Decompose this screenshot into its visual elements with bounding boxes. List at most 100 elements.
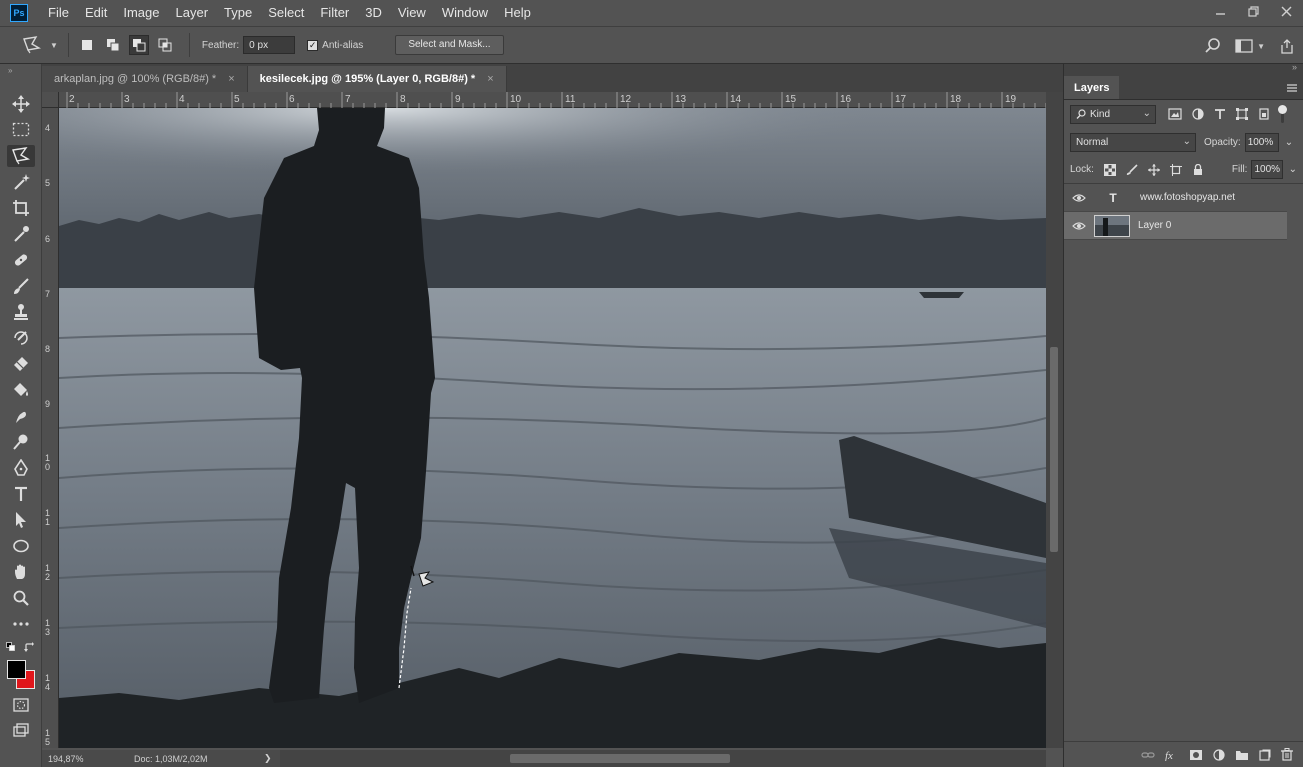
menu-select[interactable]: Select: [260, 0, 312, 26]
filter-toggle[interactable]: [1278, 105, 1288, 123]
restore-button[interactable]: [1237, 0, 1270, 22]
close-icon[interactable]: ×: [228, 73, 234, 85]
link-layers-icon[interactable]: [1141, 750, 1155, 760]
eyedropper-tool[interactable]: [7, 223, 35, 245]
vertical-scroll-thumb[interactable]: [1050, 347, 1058, 552]
lock-pixels-icon[interactable]: [1126, 163, 1138, 176]
menu-layer[interactable]: Layer: [168, 0, 217, 26]
adjustment-filter-icon[interactable]: [1192, 108, 1204, 120]
type-tool[interactable]: [7, 483, 35, 505]
zoom-tool[interactable]: [7, 587, 35, 609]
panel-menu-icon[interactable]: [1285, 82, 1299, 94]
tab-layers[interactable]: Layers: [1064, 76, 1120, 99]
menu-help[interactable]: Help: [496, 0, 539, 26]
opacity-input[interactable]: 100%: [1244, 132, 1279, 152]
paint-bucket-tool[interactable]: [7, 379, 35, 401]
quick-mask-button[interactable]: [7, 694, 35, 716]
smudge-tool[interactable]: [7, 405, 35, 427]
fill-input[interactable]: 100%: [1251, 160, 1283, 179]
horizontal-ruler[interactable]: 2 3 4 5 6 7 8 9 10 11 12 13 14 15 16 17 …: [59, 92, 1046, 108]
lock-position-icon[interactable]: [1147, 163, 1160, 176]
visibility-toggle[interactable]: [1064, 221, 1094, 231]
layer-name[interactable]: www.fotoshopyap.net: [1140, 192, 1235, 203]
vertical-ruler[interactable]: 4 5 6 7 8 9 1 0 1 1 1 2 1 3 1 4 1 5: [42, 108, 59, 748]
menu-edit[interactable]: Edit: [77, 0, 115, 26]
history-brush-tool[interactable]: [7, 327, 35, 349]
visibility-toggle[interactable]: [1064, 193, 1094, 203]
healing-brush-tool[interactable]: [7, 249, 35, 271]
new-selection-button[interactable]: [77, 35, 97, 55]
menu-window[interactable]: Window: [434, 0, 496, 26]
foreground-color-swatch[interactable]: [7, 660, 26, 679]
ruler-origin[interactable]: [42, 92, 59, 108]
brush-tool[interactable]: [7, 275, 35, 297]
anti-alias-checkbox[interactable]: ✓: [307, 39, 319, 51]
menu-image[interactable]: Image: [115, 0, 167, 26]
feather-input[interactable]: [243, 36, 296, 54]
search-icon[interactable]: [1205, 38, 1221, 54]
tool-preset-picker[interactable]: [22, 36, 44, 54]
chevron-down-icon[interactable]: ⌄: [1285, 137, 1293, 148]
subtract-from-selection-button[interactable]: [128, 35, 149, 55]
lock-all-icon[interactable]: [1192, 163, 1204, 176]
default-colors-icon[interactable]: [6, 642, 16, 652]
filter-kind-select[interactable]: Kind ⌄: [1070, 104, 1156, 124]
menu-type[interactable]: Type: [216, 0, 260, 26]
crop-tool[interactable]: [7, 197, 35, 219]
marquee-tool[interactable]: [7, 119, 35, 141]
screen-mode-button[interactable]: [7, 720, 35, 742]
share-icon[interactable]: [1279, 38, 1295, 54]
menu-file[interactable]: File: [40, 0, 77, 26]
hand-tool[interactable]: [7, 561, 35, 583]
lock-transparent-icon[interactable]: [1103, 163, 1116, 176]
pen-tool[interactable]: [7, 457, 35, 479]
fx-icon[interactable]: fx: [1165, 749, 1179, 761]
document-canvas[interactable]: [59, 108, 1046, 748]
intersect-selection-button[interactable]: [155, 35, 175, 55]
workspace-switcher[interactable]: ▼: [1235, 39, 1265, 53]
vertical-scrollbar[interactable]: [1046, 92, 1063, 748]
magic-wand-tool[interactable]: [7, 171, 35, 193]
blend-mode-select[interactable]: Normal ⌄: [1070, 132, 1196, 152]
trash-icon[interactable]: [1281, 748, 1293, 761]
shape-tool[interactable]: [7, 535, 35, 557]
type-filter-icon[interactable]: [1214, 108, 1226, 120]
menu-view[interactable]: View: [390, 0, 434, 26]
pixel-filter-icon[interactable]: [1168, 108, 1182, 120]
collapse-toolbox-icon[interactable]: »: [8, 66, 12, 75]
dodge-tool[interactable]: [7, 431, 35, 453]
more-tools[interactable]: [7, 613, 35, 635]
status-menu-arrow[interactable]: ❯: [264, 753, 272, 764]
layer-row-layer0[interactable]: Layer 0: [1064, 212, 1287, 240]
eraser-tool[interactable]: [7, 353, 35, 375]
clone-stamp-tool[interactable]: [7, 301, 35, 323]
menu-3d[interactable]: 3D: [357, 0, 390, 26]
layer-name[interactable]: Layer 0: [1138, 220, 1171, 231]
swap-colors-icon[interactable]: [24, 642, 34, 652]
shape-filter-icon[interactable]: [1236, 108, 1248, 120]
collapse-panel-icon[interactable]: »: [1292, 62, 1297, 72]
lock-artboard-icon[interactable]: [1169, 163, 1182, 176]
zoom-level[interactable]: 194,87%: [48, 754, 134, 764]
folder-icon[interactable]: [1235, 749, 1249, 761]
add-mask-icon[interactable]: [1189, 749, 1203, 761]
chevron-down-icon[interactable]: ⌄: [1289, 164, 1297, 175]
minimize-button[interactable]: [1204, 0, 1237, 22]
menu-filter[interactable]: Filter: [312, 0, 357, 26]
new-layer-icon[interactable]: [1259, 749, 1271, 761]
select-and-mask-button[interactable]: Select and Mask...: [395, 35, 504, 55]
lasso-tool[interactable]: [7, 145, 35, 167]
horizontal-scroll-thumb[interactable]: [510, 754, 730, 763]
move-tool[interactable]: [7, 93, 35, 115]
path-selection-tool[interactable]: [7, 509, 35, 531]
tab-kesilecek[interactable]: kesilecek.jpg @ 195% (Layer 0, RGB/8#) *…: [247, 66, 507, 92]
horizontal-scrollbar[interactable]: [280, 750, 1046, 767]
adjustment-layer-icon[interactable]: [1213, 748, 1225, 761]
tab-arkaplan[interactable]: arkaplan.jpg @ 100% (RGB/8#) * ×: [42, 66, 248, 92]
ruler-label: 6: [289, 94, 295, 105]
close-icon[interactable]: ×: [487, 73, 493, 85]
smart-object-filter-icon[interactable]: [1258, 108, 1270, 120]
layer-row-text[interactable]: T www.fotoshopyap.net: [1064, 184, 1287, 212]
add-to-selection-button[interactable]: [103, 35, 123, 55]
close-button[interactable]: [1270, 0, 1303, 22]
